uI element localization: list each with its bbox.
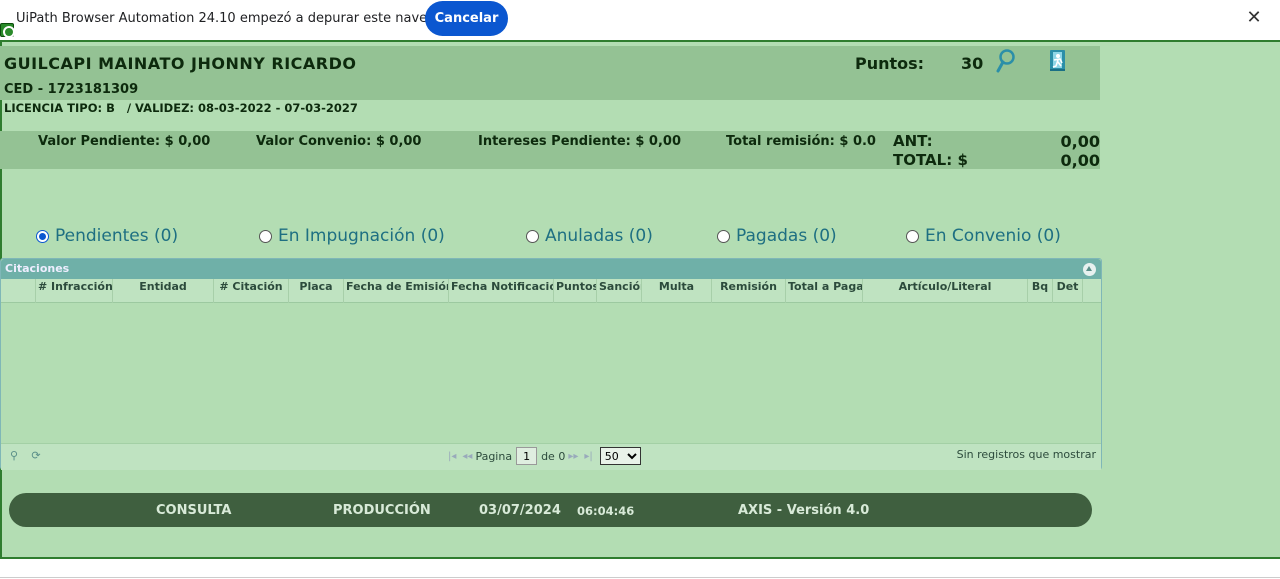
- tab-pagadas[interactable]: Pagadas (0): [717, 226, 837, 246]
- status-environment: PRODUCCIÓN: [333, 503, 431, 518]
- grid-title: Citaciones: [5, 262, 70, 275]
- pager: |◂ ◂◂ Pagina de 0 ▸▸ ▸| 50: [445, 447, 641, 465]
- radio-impugnacion[interactable]: [259, 229, 272, 243]
- uipath-indicator-icon: [0, 23, 15, 38]
- column-header-articulo[interactable]: Artículo/Literal: [863, 279, 1028, 303]
- collapse-icon[interactable]: [1083, 263, 1096, 276]
- tab-impugnacion[interactable]: En Impugnación (0): [259, 226, 445, 246]
- page-size-select[interactable]: 50: [599, 447, 641, 465]
- page-input[interactable]: [516, 447, 538, 465]
- search-icon[interactable]: [995, 48, 1017, 76]
- total-label: TOTAL: $: [893, 151, 968, 169]
- column-header-scroll: [1083, 279, 1101, 303]
- pager-of: de 0: [541, 449, 566, 463]
- ant-value: 0,00: [1060, 132, 1100, 151]
- status-version: AXIS - Versión 4.0: [738, 503, 870, 518]
- debug-message: UiPath Browser Automation 24.10 empezó a…: [16, 11, 465, 26]
- licencia-text: LICENCIA TIPO: B / VALIDEZ: 08-03-2022 -…: [4, 101, 358, 115]
- tab-pendientes-label: Pendientes (0): [55, 226, 179, 246]
- column-header-sancion[interactable]: Sanción: [597, 279, 642, 303]
- status-bar: CONSULTA PRODUCCIÓN 03/07/2024 06:04:46 …: [9, 493, 1092, 527]
- puntos-label: Puntos:: [855, 54, 925, 73]
- column-header-total[interactable]: Total a Pagar: [786, 279, 863, 303]
- status-mode: CONSULTA: [156, 503, 232, 518]
- tab-pagadas-label: Pagadas (0): [736, 226, 837, 246]
- cedula-text: CED - 1723181309: [4, 82, 139, 97]
- grid-titlebar: Citaciones: [1, 259, 1101, 279]
- empty-records-text: Sin registros que mostrar: [956, 448, 1096, 461]
- column-header-det[interactable]: Det: [1053, 279, 1083, 303]
- valor-pendiente: Valor Pendiente: $ 0,00: [38, 134, 211, 149]
- column-header-infraccion[interactable]: # Infracción: [36, 279, 113, 303]
- status-date: 03/07/2024: [479, 503, 561, 518]
- column-header-multa[interactable]: Multa: [642, 279, 712, 303]
- column-header-placa[interactable]: Placa: [289, 279, 344, 303]
- last-page-icon[interactable]: ▸|: [584, 451, 592, 462]
- citaciones-grid: Citaciones # Infracción Entidad # Citaci…: [0, 258, 1102, 470]
- total-value: 0,00: [1060, 151, 1100, 170]
- first-page-icon[interactable]: |◂: [448, 451, 456, 462]
- tab-anuladas-label: Anuladas (0): [545, 226, 653, 246]
- exit-icon[interactable]: [1047, 48, 1069, 74]
- radio-pendientes[interactable]: [36, 229, 49, 243]
- tab-convenio-label: En Convenio (0): [925, 226, 1061, 246]
- pager-label: Pagina: [475, 449, 513, 463]
- radio-anuladas[interactable]: [526, 229, 539, 243]
- cancel-button[interactable]: Cancelar: [425, 1, 508, 36]
- column-header-citacion[interactable]: # Citación: [214, 279, 289, 303]
- grid-header: # Infracción Entidad # Citación Placa Fe…: [1, 279, 1101, 303]
- column-header-puntos[interactable]: Puntos: [554, 279, 597, 303]
- tab-anuladas[interactable]: Anuladas (0): [526, 226, 653, 246]
- radio-pagadas[interactable]: [717, 229, 730, 243]
- search-icon[interactable]: ⚲: [7, 449, 21, 463]
- radio-convenio[interactable]: [906, 229, 919, 243]
- grid-footer: ⚲ ⟳ |◂ ◂◂ Pagina de 0 ▸▸ ▸| 50 Sin regis…: [1, 443, 1101, 470]
- debug-bar: UiPath Browser Automation 24.10 empezó a…: [0, 0, 1280, 40]
- column-header-fecha-notificacion[interactable]: Fecha Notificación: [449, 279, 554, 303]
- tab-convenio[interactable]: En Convenio (0): [906, 226, 1061, 246]
- total-remision: Total remisión: $ 0.0: [726, 134, 876, 149]
- driver-name: GUILCAPI MAINATO JHONNY RICARDO: [4, 54, 357, 73]
- puntos-value: 30: [961, 54, 984, 73]
- prev-page-icon[interactable]: ◂◂: [462, 451, 472, 462]
- status-time: 06:04:46: [577, 504, 635, 518]
- next-page-icon[interactable]: ▸▸: [568, 451, 578, 462]
- column-header-remision[interactable]: Remisión: [712, 279, 786, 303]
- valor-convenio: Valor Convenio: $ 0,00: [256, 134, 422, 149]
- intereses-pendiente: Intereses Pendiente: $ 0,00: [478, 134, 682, 149]
- column-header-fecha-emision[interactable]: Fecha de Emisión: [344, 279, 449, 303]
- tab-pendientes[interactable]: Pendientes (0): [36, 226, 178, 246]
- ant-label: ANT:: [893, 132, 933, 150]
- column-header-blank: [1, 279, 36, 303]
- column-header-entidad[interactable]: Entidad: [113, 279, 214, 303]
- bottom-divider: [0, 577, 1280, 578]
- close-icon[interactable]: ✕: [1244, 7, 1264, 29]
- column-header-bq[interactable]: Bq: [1028, 279, 1053, 303]
- tab-impugnacion-label: En Impugnación (0): [278, 226, 445, 246]
- refresh-icon[interactable]: ⟳: [29, 449, 43, 463]
